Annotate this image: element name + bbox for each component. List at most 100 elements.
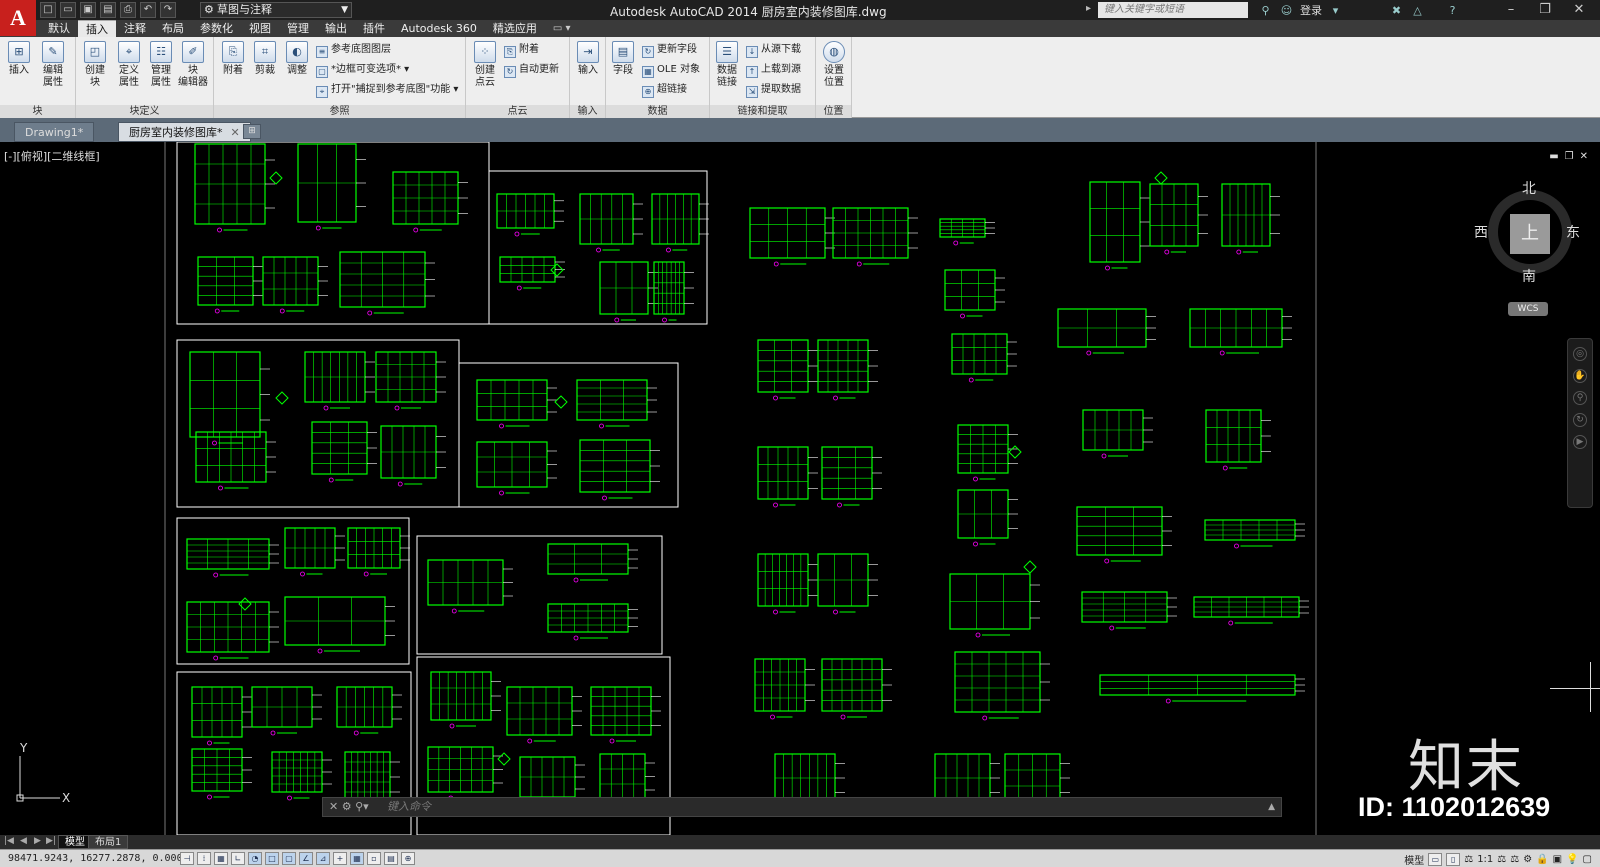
- application-menu-button[interactable]: A: [0, 0, 36, 36]
- 3d-osnap-icon[interactable]: ▢: [282, 852, 296, 865]
- clip-button[interactable]: ⌗ 剪裁: [250, 41, 280, 77]
- transparency-icon[interactable]: ▫: [367, 852, 381, 865]
- quick-view-layouts-icon[interactable]: ▭: [1428, 853, 1443, 866]
- panel-title-link-extract[interactable]: 链接和提取: [710, 105, 815, 118]
- ortho-icon[interactable]: ∟: [231, 852, 245, 865]
- annotation-scale[interactable]: 1:1: [1477, 854, 1493, 865]
- prev-layout-icon[interactable]: ◀: [20, 836, 27, 846]
- define-attributes-button[interactable]: ⌖ 定义 属性: [114, 41, 144, 89]
- panel-title-reference[interactable]: 参照: [214, 105, 465, 118]
- compass-west[interactable]: 西: [1474, 222, 1488, 242]
- frames-dropdown[interactable]: ▢ *边框可变选项* ▾: [316, 61, 409, 79]
- stay-connected-icon[interactable]: △: [1410, 3, 1425, 18]
- polar-icon[interactable]: ◔: [248, 852, 262, 865]
- new-drawing-tab-button[interactable]: ⊞: [243, 124, 261, 139]
- new-icon[interactable]: □: [40, 2, 56, 18]
- search-expand-icon[interactable]: ▸: [1086, 3, 1091, 14]
- command-line[interactable]: ✕ ⚙ ⚲▾ 键入命令 ▲: [322, 797, 1282, 817]
- tab-plugins[interactable]: 插件: [355, 20, 393, 37]
- panel-title-block-definition[interactable]: 块定义: [76, 105, 213, 118]
- orbit-icon[interactable]: ↻: [1573, 413, 1587, 427]
- auto-scale-icon[interactable]: ⚖: [1510, 854, 1519, 865]
- showmotion-icon[interactable]: ▶: [1573, 435, 1587, 449]
- compass-south[interactable]: 南: [1522, 266, 1536, 286]
- quick-view-drawings-icon[interactable]: ▯: [1446, 853, 1461, 866]
- search-input[interactable]: 键入关键字或短语: [1098, 2, 1248, 18]
- download-from-source-button[interactable]: ↓ 从源下载: [746, 41, 801, 59]
- tab-layout[interactable]: 布局: [154, 20, 192, 37]
- dyn-icon[interactable]: +: [333, 852, 347, 865]
- adjust-button[interactable]: ◐ 调整: [282, 41, 312, 77]
- minimize-icon[interactable]: –: [1494, 0, 1528, 20]
- osnap-icon[interactable]: □: [265, 852, 279, 865]
- insert-block-button[interactable]: ⊞ 插入: [4, 41, 34, 77]
- restore-icon[interactable]: ❐: [1528, 0, 1562, 20]
- hyperlink-button[interactable]: ⊕ 超链接: [642, 81, 687, 99]
- ole-object-button[interactable]: ▦ OLE 对象: [642, 61, 700, 79]
- lock-icon[interactable]: 🔒: [1536, 854, 1548, 865]
- viewport-restore-icon[interactable]: ❐: [1565, 151, 1574, 162]
- annotation-scale-icon[interactable]: ⚖: [1464, 854, 1473, 865]
- attach-button[interactable]: ⎘ 附着: [218, 41, 248, 77]
- create-block-button[interactable]: ◰ 创建 块: [80, 41, 110, 89]
- tab-parametric[interactable]: 参数化: [192, 20, 241, 37]
- panel-title-point-cloud[interactable]: 点云: [466, 105, 569, 118]
- zoom-icon[interactable]: ⚲: [1573, 391, 1587, 405]
- underlay-layers-button[interactable]: ≡ 参考底图图层: [316, 41, 391, 59]
- panel-title-location[interactable]: 位置: [816, 105, 851, 118]
- annotation-visibility-icon[interactable]: ⚖: [1497, 854, 1506, 865]
- grid-icon[interactable]: ▦: [214, 852, 228, 865]
- tab-output[interactable]: 输出: [317, 20, 355, 37]
- viewcube[interactable]: 上 北 南 东 西: [1474, 181, 1580, 286]
- drawing-canvas[interactable]: [-][俯视][二维线框] ▬ ❐ ✕ 上 北 南 东 西 WCS ◎ ✋ ⚲ …: [0, 142, 1600, 835]
- user-icon[interactable]: ☺: [1279, 3, 1294, 18]
- viewcube-top-face[interactable]: 上: [1510, 214, 1550, 254]
- undo-icon[interactable]: ↶: [140, 2, 156, 18]
- doc-tab-drawing1[interactable]: Drawing1*: [14, 122, 95, 142]
- steering-wheel-icon[interactable]: ◎: [1573, 347, 1587, 361]
- create-point-cloud-button[interactable]: ⁘ 创建 点云: [470, 41, 500, 89]
- lineweight-icon[interactable]: ▦: [350, 852, 364, 865]
- field-button[interactable]: ▤ 字段: [608, 41, 638, 77]
- binoculars-icon[interactable]: ⚲: [1258, 3, 1273, 18]
- last-layout-icon[interactable]: ▶|: [46, 836, 56, 846]
- isolate-objects-icon[interactable]: 💡: [1566, 854, 1578, 865]
- command-history-icon[interactable]: ▲: [1268, 798, 1275, 816]
- manage-attributes-button[interactable]: ☷ 管理 属性: [146, 41, 176, 89]
- workspace-dropdown[interactable]: ⚙ 草图与注释 ▼: [200, 2, 352, 18]
- extract-data-button[interactable]: ⇲ 提取数据: [746, 81, 801, 99]
- tab-model[interactable]: 模型: [58, 835, 92, 849]
- viewport-minimize-icon[interactable]: ▬: [1549, 151, 1558, 162]
- snap-mode-icon[interactable]: ⁞: [197, 852, 211, 865]
- doc-tab-kitchen-library[interactable]: 厨房室内装修图库* ✕: [118, 122, 251, 142]
- set-location-button[interactable]: ◍ 设置 位置: [819, 41, 849, 89]
- tab-view[interactable]: 视图: [241, 20, 279, 37]
- panel-title-data[interactable]: 数据: [606, 105, 709, 118]
- compass-east[interactable]: 东: [1566, 222, 1580, 242]
- edit-attributes-button[interactable]: ✎ 编辑 属性: [38, 41, 68, 89]
- infer-constraints-icon[interactable]: ⊣: [180, 852, 194, 865]
- hardware-acceleration-icon[interactable]: ▣: [1553, 854, 1562, 865]
- compass-north[interactable]: 北: [1522, 178, 1536, 198]
- close-icon[interactable]: ✕ ⚙ ⚲▾: [329, 798, 369, 816]
- next-layout-icon[interactable]: ▶: [34, 836, 41, 846]
- update-fields-button[interactable]: ↻ 更新字段: [642, 41, 697, 59]
- panel-title-import[interactable]: 输入: [570, 105, 605, 118]
- workspace-switch-icon[interactable]: ⚙: [1523, 854, 1532, 865]
- pan-icon[interactable]: ✋: [1573, 369, 1587, 383]
- ducs-icon[interactable]: ⊿: [316, 852, 330, 865]
- open-icon[interactable]: ▭: [60, 2, 76, 18]
- viewport-close-icon[interactable]: ✕: [1580, 151, 1588, 162]
- close-icon[interactable]: ✕: [1562, 0, 1596, 20]
- block-editor-button[interactable]: ✐ 块 编辑器: [178, 41, 208, 89]
- wcs-menu-button[interactable]: WCS: [1508, 302, 1548, 316]
- tab-manage[interactable]: 管理: [279, 20, 317, 37]
- saveas-icon[interactable]: ▤: [100, 2, 116, 18]
- tab-layout1[interactable]: 布局1: [88, 835, 129, 849]
- help-icon[interactable]: ?: [1445, 3, 1460, 18]
- coordinate-readout[interactable]: 98471.9243, 16277.2878, 0.0000: [8, 853, 189, 864]
- redo-icon[interactable]: ↷: [160, 2, 176, 18]
- tab-annotate[interactable]: 注释: [116, 20, 154, 37]
- otrack-icon[interactable]: ∠: [299, 852, 313, 865]
- panel-title-block[interactable]: 块: [0, 105, 75, 118]
